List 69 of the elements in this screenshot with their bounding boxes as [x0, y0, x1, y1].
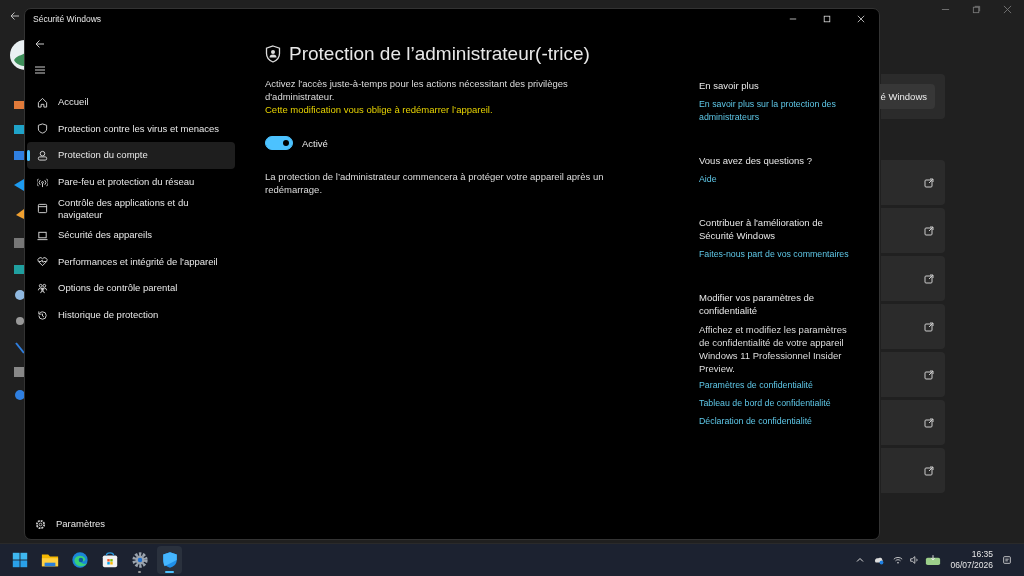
back-arrow-icon[interactable]: [35, 39, 45, 49]
shield-person-icon: [265, 45, 281, 63]
system-tray[interactable]: [893, 554, 942, 566]
section-heading: Modifier vos paramètres de confidentialité: [699, 291, 816, 317]
sidebar-item[interactable]: Protection du compte: [27, 142, 235, 169]
time-text: 16:35: [971, 549, 993, 560]
date-text: 06/07/2026: [950, 560, 993, 571]
laptop-icon: [37, 229, 48, 241]
sidebar-item[interactable]: Protection contre les virus et menaces: [27, 115, 235, 143]
sidebar-item[interactable]: Pare-feu et protection du réseau: [27, 168, 235, 196]
section-heading: Contribuer à l'amélioration de Sécurité Windows: [699, 216, 824, 242]
external-link-icon: [924, 273, 934, 284]
section-heading: En savoir plus: [699, 79, 759, 92]
sidebar-item[interactable]: Performances et intégrité de l'appareil: [27, 248, 235, 276]
cloud-icon[interactable]: [874, 555, 885, 565]
history-icon: [37, 309, 48, 321]
external-link-icon: [924, 369, 934, 380]
help-link[interactable]: En savoir plus sur la protection des administrateurs: [699, 98, 859, 124]
maximize-icon[interactable]: [823, 15, 831, 23]
help-link[interactable]: Aide: [699, 173, 717, 186]
shield-icon: [37, 123, 48, 135]
browser-icon: [37, 203, 48, 215]
window-title: Sécurité Windows: [33, 14, 102, 24]
section-text: Affichez et modifiez les paramètres de confidentialité de votre appareil Windows 11 Professionnel Insider Preview.: [699, 323, 848, 375]
wifi-icon: [893, 555, 904, 565]
sidebar-item[interactable]: Historique de protection: [27, 301, 235, 329]
toggle-label: Activé: [302, 137, 328, 149]
battery-icon: [925, 554, 942, 566]
taskbar-app[interactable]: [157, 546, 182, 574]
speaker-icon: [909, 555, 920, 565]
minimize-icon[interactable]: [789, 15, 797, 23]
help-link[interactable]: Faites-nous part de vos commentaires: [699, 248, 849, 261]
antenna-icon: [37, 176, 48, 188]
sidebar-item[interactable]: Accueil: [27, 89, 235, 116]
page-title: Protection de l’administrateur(-trice): [289, 43, 590, 65]
external-link-icon: [924, 225, 934, 236]
home-icon: [37, 96, 48, 108]
sidebar-item[interactable]: Options de contrôle parental: [27, 275, 235, 302]
help-link[interactable]: Déclaration de confidentialité: [699, 415, 812, 428]
settings-icon: [35, 518, 46, 530]
external-link-icon: [924, 465, 934, 476]
clock[interactable]: 16:35 06/07/2026: [950, 549, 993, 571]
menu-icon[interactable]: [35, 65, 45, 75]
windows-button[interactable]: é Windows: [878, 84, 935, 109]
sidebar-item[interactable]: Contrôle des applications et du navigateur: [27, 195, 235, 222]
toggle-switch[interactable]: [265, 136, 293, 150]
external-link-icon: [924, 417, 934, 428]
section-heading: Vous avez des questions ?: [699, 154, 813, 167]
sidebar-item[interactable]: Sécurité des appareils: [27, 221, 235, 249]
browser-icon: [70, 551, 89, 569]
warning-text: Cette modification vous oblige à redémarrer l’appareil.: [265, 103, 494, 116]
security-icon: [160, 551, 179, 569]
store-icon: [100, 551, 119, 569]
external-link-icon: [924, 321, 934, 332]
heart-icon: [37, 256, 48, 268]
back-arrow-icon[interactable]: [10, 11, 20, 21]
external-link-icon: [924, 177, 934, 188]
start-icon: [10, 551, 29, 569]
person-icon: [37, 150, 48, 161]
settings-item[interactable]: Paramètres: [25, 515, 235, 533]
help-link[interactable]: Paramètres de confidentialité: [699, 379, 813, 392]
notification-icon[interactable]: [1002, 555, 1012, 565]
settings-icon: [130, 551, 149, 569]
description-text: Activez l'accès juste-à-temps pour les actions nécessitant des privilèges d'administrateur.: [265, 77, 569, 103]
chevron-up-icon[interactable]: [855, 555, 866, 565]
family-icon: [37, 282, 48, 294]
restore-icon[interactable]: [972, 5, 981, 14]
note-text: La protection de l’administrateur commencera à protéger votre appareil après un redémarrage.: [265, 170, 605, 196]
help-link[interactable]: Tableau de bord de confidentialité: [699, 397, 831, 410]
